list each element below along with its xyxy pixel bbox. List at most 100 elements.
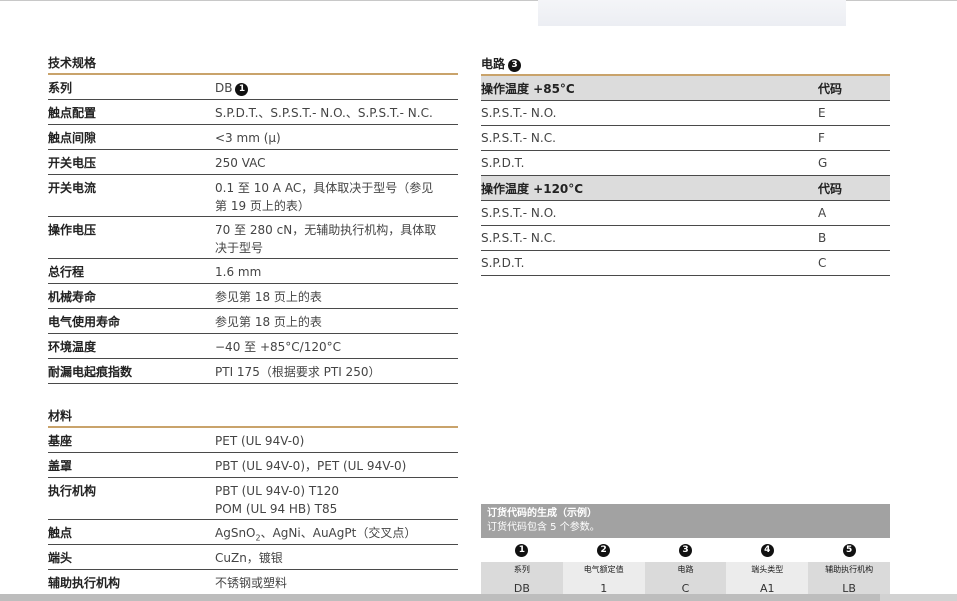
spec-value: −40 至 +85°C/120°C: [215, 340, 341, 354]
order-param-number: 3: [645, 538, 727, 562]
circuit-row: S.P.D.T. G: [481, 151, 890, 176]
material-value-line: POM (UL 94 HB) T85: [215, 502, 338, 516]
order-param-label: 辅助执行机构: [808, 562, 890, 578]
order-code-grid: 1 系列 DB 2 电气额定值 1 3 电路 C 4 端头类型 A1 5 辅助执…: [481, 538, 890, 594]
order-param-value: LB: [808, 578, 890, 594]
spec-value: 250 VAC: [215, 156, 266, 170]
spec-label: 环境温度: [48, 340, 97, 354]
circuit-code: B: [818, 231, 827, 245]
spec-row-operating-force: 操作电压 70 至 280 cN，无辅助执行机构，具体取 决于型号: [48, 217, 458, 259]
spec-label: 触点间隙: [48, 131, 97, 145]
spec-value: 参见第 18 页上的表: [215, 315, 322, 329]
circuit-title: 电路 3: [481, 56, 890, 76]
circuit-row: S.P.S.T.- N.C. B: [481, 226, 890, 251]
spec-value: 1.6 mm: [215, 265, 262, 279]
circuit-code: E: [818, 106, 826, 120]
number-badge: 1: [515, 543, 529, 557]
order-param-number: 4: [726, 538, 808, 562]
spec-value: DB 1: [215, 75, 458, 99]
order-code-box: 订货代码的生成（示例） 订货代码包含 5 个参数。 1 系列 DB 2 电气额定…: [481, 504, 890, 594]
spec-row-switch-current: 开关电流 0.1 至 10 A AC，具体取决于型号（参见 第 19 页上的表）: [48, 175, 458, 217]
spec-row-total-travel: 总行程 1.6 mm: [48, 259, 458, 284]
spec-value: <3 mm (μ): [215, 131, 281, 145]
spec-value: 70 至 280 cN，无辅助执行机构，具体取 决于型号: [215, 217, 458, 258]
number-badge: 2: [597, 543, 611, 557]
material-row-aux-actuator: 辅助执行机构 不锈钢或塑料: [48, 570, 458, 595]
circuit-type: S.P.S.T.- N.C.: [481, 231, 556, 245]
number-badge: 5: [842, 543, 856, 557]
order-param-series: 1 系列 DB: [481, 538, 563, 594]
specs-title: 技术规格: [48, 55, 458, 75]
code-header: 代码: [818, 81, 843, 96]
materials-section: 材料 基座 PET (UL 94V-0) 盖罩 PBT (UL 94V-0)，P…: [48, 408, 458, 595]
material-value-post: 、AgNi、AuAgPt（交叉点）: [260, 526, 417, 540]
circuit-row: S.P.S.T.- N.O. A: [481, 201, 890, 226]
circuit-type: S.P.S.T.- N.C.: [481, 131, 556, 145]
spec-label: 机械寿命: [48, 290, 97, 304]
spec-row-switch-voltage: 开关电压 250 VAC: [48, 150, 458, 175]
order-code-title: 订货代码的生成（示例）: [487, 508, 597, 519]
spec-row-tracking-index: 耐漏电起痕指数 PTI 175（根据要求 PTI 250）: [48, 359, 458, 384]
material-label: 盖罩: [48, 459, 73, 473]
material-label: 辅助执行机构: [48, 576, 121, 590]
material-row-base: 基座 PET (UL 94V-0): [48, 428, 458, 453]
order-param-number: 2: [563, 538, 645, 562]
spec-label: 开关电流: [48, 181, 97, 195]
order-code-subtitle: 订货代码包含 5 个参数。: [487, 522, 600, 533]
material-value-line: PBT (UL 94V-0) T120: [215, 484, 340, 498]
order-param-label: 端头类型: [726, 562, 809, 578]
spec-label: 系列: [48, 81, 73, 95]
order-code-header: 订货代码的生成（示例） 订货代码包含 5 个参数。: [481, 504, 890, 538]
order-param-value: C: [644, 578, 727, 594]
spec-label: 耐漏电起痕指数: [48, 365, 133, 379]
circuit-title-text: 电路: [481, 57, 506, 71]
spec-row-ambient-temperature: 环境温度 −40 至 +85°C/120°C: [48, 334, 458, 359]
circuit-code: A: [818, 206, 827, 220]
code-header: 代码: [818, 181, 843, 196]
circuit-row: S.P.S.T.- N.O. E: [481, 101, 890, 126]
order-param-value: A1: [726, 578, 809, 594]
circuit-code: C: [818, 256, 827, 270]
spec-value: PTI 175（根据要求 PTI 250）: [215, 365, 381, 379]
order-param-number: 5: [808, 538, 890, 562]
order-param-rating: 2 电气额定值 1: [562, 538, 645, 594]
circuit-type: S.P.S.T.- N.O.: [481, 106, 557, 120]
spec-value-line: 0.1 至 10 A AC，具体取决于型号（参见: [215, 181, 434, 195]
top-image-strip: [538, 0, 846, 26]
spec-value-line: 第 19 页上的表）: [215, 199, 310, 213]
material-value: CuZn，镀银: [215, 551, 283, 565]
material-label: 执行机构: [48, 484, 97, 498]
material-value: PET (UL 94V-0): [215, 434, 305, 448]
spec-row-electrical-life: 电气使用寿命 参见第 18 页上的表: [48, 309, 458, 334]
circuit-row: S.P.D.T. C: [481, 251, 890, 276]
spec-value-line: 70 至 280 cN，无辅助执行机构，具体取: [215, 223, 437, 237]
footnote-badge: 3: [508, 59, 522, 72]
spec-row-mechanical-life: 机械寿命 参见第 18 页上的表: [48, 284, 458, 309]
order-param-terminal: 4 端头类型 A1: [726, 538, 809, 594]
spec-value-line: 决于型号: [215, 241, 264, 255]
spec-label: 电气使用寿命: [48, 315, 121, 329]
order-param-label: 电路: [644, 562, 727, 578]
spec-label: 操作电压: [48, 223, 97, 237]
material-row-terminals: 端头 CuZn，镀银: [48, 545, 458, 570]
number-badge: 4: [760, 543, 774, 557]
spec-label: 开关电压: [48, 156, 97, 170]
circuit-type: S.P.S.T.- N.O.: [481, 206, 557, 220]
material-label: 触点: [48, 526, 73, 540]
spec-row-contact-config: 触点配置 S.P.D.T.、S.P.S.T.- N.O.、S.P.S.T.- N…: [48, 100, 458, 125]
material-row-actuator: 执行机构 PBT (UL 94V-0) T120 POM (UL 94 HB) …: [48, 478, 458, 520]
order-param-label: 系列: [481, 562, 563, 578]
circuit-type: S.P.D.T.: [481, 156, 525, 170]
spec-row-series: 系列 DB 1: [48, 75, 458, 100]
material-label: 基座: [48, 434, 73, 448]
material-row-cover: 盖罩 PBT (UL 94V-0)，PET (UL 94V-0): [48, 453, 458, 478]
material-row-contacts: 触点 AgSnO2、AgNi、AuAgPt（交叉点）: [48, 520, 458, 545]
bottom-scrollbar-thumb[interactable]: [0, 594, 880, 601]
number-badge: 3: [678, 543, 692, 557]
order-param-label: 电气额定值: [562, 562, 645, 578]
temperature-header: 操作温度 +85°C: [481, 81, 575, 96]
material-value-pre: AgSnO: [215, 526, 256, 540]
circuit-type: S.P.D.T.: [481, 256, 525, 270]
circuit-code: F: [818, 131, 825, 145]
spec-label: 总行程: [48, 265, 85, 279]
